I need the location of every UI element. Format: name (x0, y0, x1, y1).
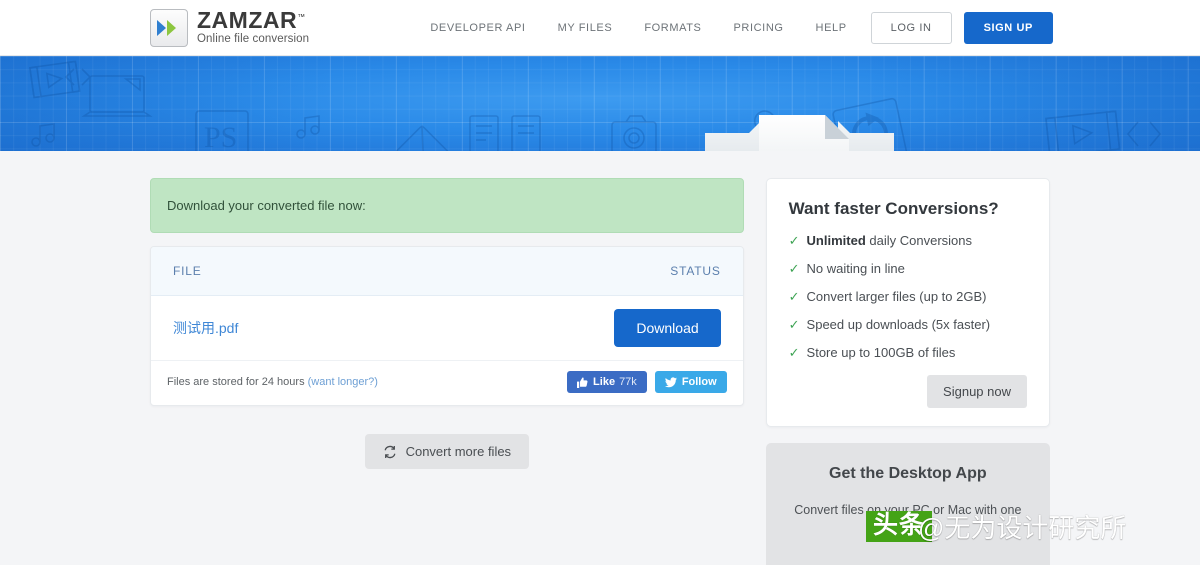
column-header-status: STATUS (670, 264, 721, 278)
double-chevron-logo-icon (150, 8, 188, 47)
check-icon: ✓ (788, 345, 800, 360)
file-name-link[interactable]: 测试用.pdf (173, 318, 238, 338)
svg-text:PS: PS (204, 121, 237, 151)
main-navigation: DEVELOPER API MY FILES FORMATS PRICING H… (430, 11, 1053, 44)
promo-feature-2-text: No waiting in line (806, 261, 905, 276)
check-icon: ✓ (788, 261, 800, 276)
promo-feature-1-text: daily Conversions (865, 233, 972, 248)
promo-feature-5-text: Store up to 100GB of files (806, 345, 956, 360)
thumbs-up-icon (577, 377, 588, 388)
files-table-header: FILE STATUS (151, 247, 743, 296)
refresh-icon (383, 445, 397, 459)
twitter-follow-button[interactable]: Follow (654, 371, 727, 393)
promo-feature-3: ✓ Convert larger files (up to 2GB) (789, 289, 1027, 305)
check-icon: ✓ (788, 317, 800, 332)
logo-subtitle: Online file conversion (197, 33, 310, 46)
signup-button[interactable]: SIGN UP (963, 11, 1053, 44)
social-buttons: Like 77k Follow (567, 371, 727, 393)
convert-more-wrapper: Convert more files (150, 434, 744, 469)
facebook-like-count: 77k (619, 376, 637, 388)
table-row: 测试用.pdf Download (151, 296, 743, 361)
logo[interactable]: ZAMZAR™ Online file conversion (150, 8, 309, 47)
nav-item-formats[interactable]: FORMATS (644, 22, 701, 34)
promo-feature-1-bold: Unlimited (806, 233, 866, 248)
promo-feature-4-text: Speed up downloads (5x faster) (806, 317, 991, 332)
twitter-bird-icon (664, 376, 677, 388)
promo-panel: Want faster Conversions? ✓ Unlimited dai… (765, 178, 1050, 427)
check-icon: ✓ (788, 233, 800, 248)
document-stack-graphic (705, 115, 894, 151)
site-header: ZAMZAR™ Online file conversion DEVELOPER… (0, 0, 1200, 56)
login-button[interactable]: LOG IN (870, 11, 952, 44)
storage-note-text: Files are stored for 24 hours (167, 376, 305, 388)
hero-decorative-icons: PS (28, 60, 1162, 151)
check-icon: ✓ (788, 289, 800, 304)
promo-feature-3-text: Convert larger files (up to 2GB) (806, 289, 987, 304)
logo-trademark: ™ (297, 12, 306, 22)
page-root: ZAMZAR™ Online file conversion DEVELOPER… (0, 0, 1200, 565)
facebook-like-button[interactable]: Like 77k (567, 371, 647, 393)
main-content: Download your converted file now: FILE S… (0, 151, 1200, 565)
download-button[interactable]: Download (614, 309, 721, 347)
desktop-app-title: Get the Desktop App (829, 465, 987, 482)
nav-item-help[interactable]: HELP (816, 22, 847, 34)
files-card-footer: Files are stored for 24 hours (want long… (151, 361, 743, 405)
left-column: Download your converted file now: FILE S… (150, 151, 744, 469)
convert-more-files-label: Convert more files (405, 444, 512, 459)
convert-more-files-button[interactable]: Convert more files (364, 434, 530, 469)
desktop-app-panel: Get the Desktop App Convert files on you… (765, 443, 1050, 565)
files-card: FILE STATUS 测试用.pdf Download Files are s… (150, 246, 744, 406)
promo-feature-4: ✓ Speed up downloads (5x faster) (789, 317, 1027, 333)
promo-feature-5: ✓ Store up to 100GB of files (789, 345, 1027, 361)
promo-title: Want faster Conversions? (788, 199, 999, 218)
twitter-follow-label: Follow (681, 376, 717, 388)
want-longer-link[interactable]: (want longer?) (308, 376, 378, 388)
storage-note: Files are stored for 24 hours (want long… (167, 376, 378, 388)
success-alert: Download your converted file now: (150, 178, 744, 233)
desktop-app-subtitle: Convert files on your PC or Mac with one… (794, 503, 1022, 531)
nav-item-my-files[interactable]: MY FILES (558, 22, 613, 34)
column-header-file: FILE (173, 264, 202, 278)
promo-feature-2: ✓ No waiting in line (789, 261, 1027, 277)
logo-title: ZAMZAR (197, 7, 298, 34)
signup-now-button[interactable]: Signup now (927, 375, 1027, 408)
nav-item-pricing[interactable]: PRICING (733, 22, 783, 34)
nav-item-developer-api[interactable]: DEVELOPER API (430, 22, 525, 34)
logo-text: ZAMZAR™ Online file conversion (197, 9, 309, 46)
promo-cta-row: Signup now (789, 375, 1027, 408)
sidebar: Want faster Conversions? ✓ Unlimited dai… (765, 151, 1050, 565)
facebook-like-label: Like (593, 376, 616, 388)
promo-feature-1: ✓ Unlimited daily Conversions (789, 233, 1027, 249)
hero-banner: PS (0, 56, 1200, 151)
